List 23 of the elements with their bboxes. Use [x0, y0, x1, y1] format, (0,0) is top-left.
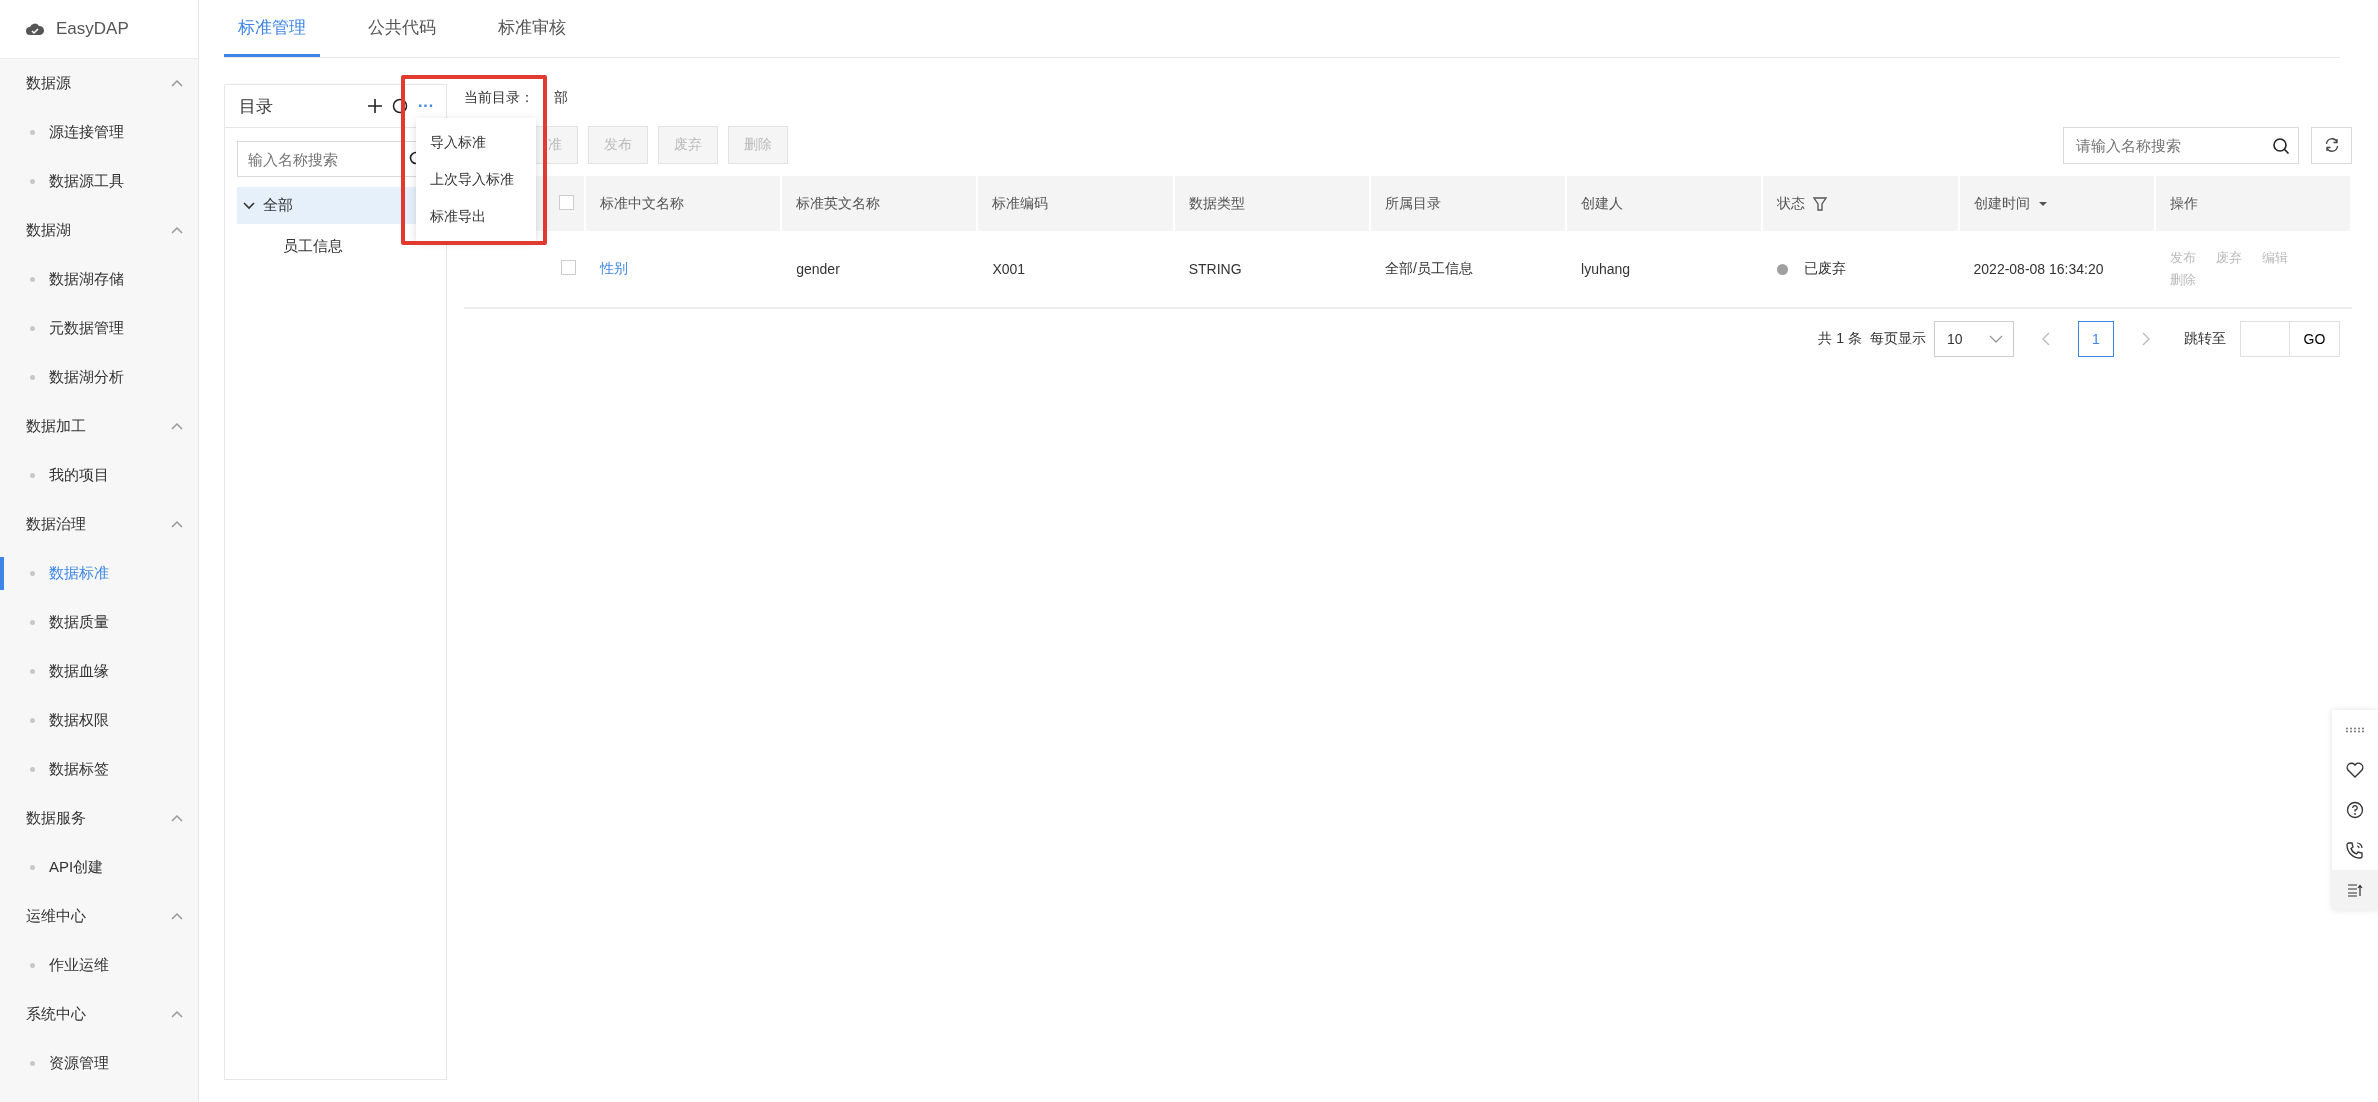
- status-text: 已废弃: [1804, 260, 1847, 278]
- column-header: 状态: [1777, 194, 1806, 213]
- column-header: 创建人: [1581, 194, 1624, 211]
- table-cell: 全部/员工信息: [1384, 260, 1473, 276]
- panel-title: 目录: [239, 95, 274, 118]
- table-cell: lyuhang: [1581, 261, 1631, 277]
- column-header: 标准英文名称: [796, 194, 881, 211]
- app-name: EasyDAP: [56, 19, 129, 39]
- total-count: 共 1 条: [1818, 330, 1862, 348]
- table-cell: X001: [992, 261, 1026, 277]
- column-header: 所属目录: [1384, 194, 1441, 211]
- column-header: 数据类型: [1188, 194, 1245, 211]
- column-header: 创建时间: [1973, 194, 2030, 213]
- current-directory-label: 当前目录：: [464, 89, 534, 107]
- column-header: 标准编码: [992, 194, 1049, 211]
- table-cell: 2022-08-08 16:34:20: [1973, 261, 2104, 277]
- page-size-label: 每页显示: [1870, 330, 1926, 348]
- table-cell: gender: [796, 261, 840, 277]
- current-directory: 部: [554, 89, 568, 107]
- table-cell: STRING: [1188, 261, 1242, 277]
- jump-label: 跳转至: [2184, 330, 2226, 348]
- column-header: 操作: [2169, 194, 2198, 211]
- column-header: 标准中文名称: [600, 194, 684, 211]
